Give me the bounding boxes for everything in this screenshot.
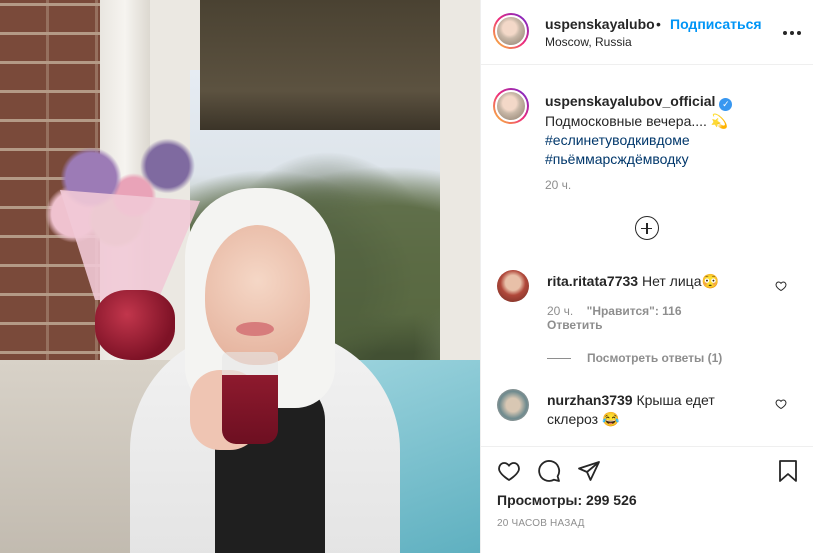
reply-button[interactable]: Ответить bbox=[547, 318, 602, 332]
person-face bbox=[205, 225, 310, 365]
comment-time: 20 ч. bbox=[547, 304, 574, 318]
comment: nurzhan3739 Крыша едет склероз 😂 bbox=[547, 391, 767, 429]
heart-icon[interactable] bbox=[775, 398, 787, 410]
plus-circle-icon[interactable] bbox=[635, 216, 659, 240]
follow-button[interactable]: Подписаться bbox=[670, 16, 762, 32]
caption-avatar[interactable] bbox=[493, 88, 529, 124]
separator: • bbox=[656, 16, 661, 32]
heart-icon[interactable] bbox=[775, 280, 787, 292]
post-timestamp[interactable]: 20 ЧАСОВ НАЗАД bbox=[497, 518, 585, 529]
bookmark-icon[interactable] bbox=[776, 459, 800, 483]
caption-time: 20 ч. bbox=[545, 178, 572, 192]
view-replies-label: Посмотреть ответы (1) bbox=[587, 351, 723, 365]
view-count[interactable]: Просмотры: 299 526 bbox=[497, 492, 637, 508]
action-bar: Просмотры: 299 526 20 ЧАСОВ НАЗАД bbox=[481, 446, 813, 553]
person-lips bbox=[236, 322, 274, 336]
awning bbox=[200, 0, 440, 130]
caption-body: Подмосковные вечера.... 💫 bbox=[545, 113, 729, 129]
location-link[interactable]: Moscow, Russia bbox=[545, 35, 632, 49]
post-header: uspenskayalubo • Подписаться Moscow, Rus… bbox=[481, 0, 813, 65]
vase bbox=[95, 290, 175, 360]
comment-likes[interactable]: "Нравится": 116 bbox=[587, 304, 682, 318]
comment-avatar[interactable] bbox=[497, 389, 529, 421]
comment-avatar[interactable] bbox=[497, 270, 529, 302]
view-replies-button[interactable]: Посмотреть ответы (1) bbox=[547, 351, 722, 365]
instagram-post: uspenskayalubo • Подписаться Moscow, Rus… bbox=[0, 0, 813, 553]
divider bbox=[547, 358, 571, 360]
caption-username[interactable]: uspenskayalubov_official bbox=[545, 93, 715, 109]
comment-icon[interactable] bbox=[537, 459, 561, 483]
verified-icon: ✓ bbox=[719, 98, 733, 111]
drink-glass bbox=[222, 352, 278, 444]
hashtag-link[interactable]: #пьёммарсждёмводку bbox=[545, 150, 805, 169]
caption-username-row: uspenskayalubov_official ✓ bbox=[545, 93, 733, 111]
post-video[interactable] bbox=[0, 0, 480, 553]
heart-icon[interactable] bbox=[497, 459, 521, 483]
comment-meta: 20 ч. "Нравится": 116 bbox=[547, 304, 682, 318]
caption-text: Подмосковные вечера.... 💫 #еслинетуводки… bbox=[545, 112, 805, 169]
header-username[interactable]: uspenskayalubo bbox=[545, 16, 655, 32]
avatar[interactable] bbox=[493, 13, 529, 49]
comment-username[interactable]: nurzhan3739 bbox=[547, 392, 633, 408]
more-icon[interactable] bbox=[782, 20, 802, 41]
comment-username[interactable]: rita.ritata7733 bbox=[547, 273, 638, 289]
share-icon[interactable] bbox=[577, 459, 601, 483]
comment-text: Нет лица😳 bbox=[641, 273, 719, 289]
hashtag-link[interactable]: #еслинетуводкивдоме bbox=[545, 131, 805, 150]
comment: rita.ritata7733 Нет лица😳 bbox=[547, 272, 767, 291]
post-sidebar: uspenskayalubo • Подписаться Moscow, Rus… bbox=[480, 0, 813, 553]
